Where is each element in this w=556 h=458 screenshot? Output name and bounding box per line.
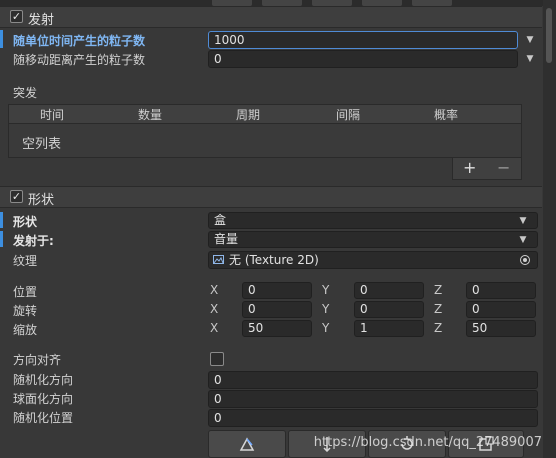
emit-from-value: 音量 <box>214 232 239 246</box>
bursts-table-body <box>8 124 522 158</box>
spherize-direction-label: 球面化方向 <box>13 392 74 406</box>
rotation-label: 旋转 <box>13 304 38 318</box>
emit-from-dropdown[interactable]: 音量 <box>208 231 538 248</box>
rate-over-distance-field[interactable]: 0 <box>208 50 518 68</box>
position-y-field[interactable]: 0 <box>354 282 424 299</box>
remove-burst-button[interactable]: − <box>497 158 510 178</box>
modified-indicator <box>0 231 3 247</box>
curve-dropdown-icon[interactable]: ▼ <box>525 35 535 45</box>
scale-label: 缩放 <box>13 323 38 337</box>
object-picker-icon[interactable] <box>520 255 530 265</box>
bursts-col-probability: 概率 <box>434 108 459 122</box>
bursts-empty-text: 空列表 <box>22 137 62 152</box>
rate-over-time-field[interactable]: 1000 <box>208 31 518 49</box>
chevron-down-icon: ▼ <box>519 235 527 245</box>
shape-dropdown[interactable]: 盒 <box>208 212 538 229</box>
watermark-text: https://blog.csdn.net/qq_27489007 <box>313 435 542 450</box>
bursts-col-interval: 间隔 <box>336 108 361 122</box>
position-label: 位置 <box>13 285 38 299</box>
modified-indicator <box>0 212 3 228</box>
add-burst-button[interactable]: + <box>463 158 476 178</box>
randomize-direction-field[interactable]: 0 <box>208 371 538 389</box>
texture-field[interactable]: 无 (Texture 2D) <box>208 251 538 269</box>
bursts-col-cycles: 周期 <box>236 108 261 122</box>
bursts-col-time: 时间 <box>40 108 65 122</box>
spherize-direction-field[interactable]: 0 <box>208 390 538 408</box>
scale-x-field[interactable]: 50 <box>242 320 312 337</box>
align-to-direction-checkbox[interactable] <box>210 352 224 366</box>
edit-shape-icon <box>239 437 255 451</box>
rate-over-time-label: 随单位时间产生的粒子数 <box>13 34 146 48</box>
emit-from-label: 发射于: <box>13 234 54 248</box>
position-z-label: Z <box>434 283 443 297</box>
modified-indicator <box>0 30 3 48</box>
rotation-x-field[interactable]: 0 <box>242 301 312 318</box>
rotation-y-label: Y <box>322 302 330 316</box>
curve-dropdown-icon[interactable]: ▼ <box>525 54 535 64</box>
edit-shape-button[interactable] <box>208 430 286 458</box>
position-x-label: X <box>210 283 219 297</box>
bursts-col-count: 数量 <box>138 108 163 122</box>
position-z-field[interactable]: 0 <box>466 282 536 299</box>
shape-label: 形状 <box>13 215 38 229</box>
rate-over-distance-label: 随移动距离产生的粒子数 <box>13 53 146 67</box>
bursts-label: 突发 <box>13 86 38 100</box>
texture-value: 无 (Texture 2D) <box>229 253 319 267</box>
scale-y-label: Y <box>322 321 330 335</box>
shape-value: 盒 <box>214 213 227 227</box>
texture-label: 纹理 <box>13 254 38 268</box>
rotation-z-field[interactable]: 0 <box>466 301 536 318</box>
scale-y-field[interactable]: 1 <box>354 320 424 337</box>
rotation-x-label: X <box>210 302 219 316</box>
scrollbar-thumb[interactable] <box>546 8 552 63</box>
scrollbar-track[interactable] <box>543 0 556 458</box>
rotation-y-field[interactable]: 0 <box>354 301 424 318</box>
emission-title: 发射 <box>28 13 55 28</box>
align-to-direction-label: 方向对齐 <box>13 353 62 367</box>
randomize-position-field[interactable]: 0 <box>208 409 538 427</box>
randomize-direction-label: 随机化方向 <box>13 373 74 387</box>
rotation-z-label: Z <box>434 302 443 316</box>
position-y-label: Y <box>322 283 330 297</box>
shape-title: 形状 <box>28 193 55 208</box>
randomize-position-label: 随机化位置 <box>13 411 74 425</box>
image-icon <box>213 255 224 264</box>
emission-enabled-checkbox[interactable]: ✓ <box>10 10 23 23</box>
chevron-down-icon: ▼ <box>519 216 527 226</box>
position-x-field[interactable]: 0 <box>242 282 312 299</box>
emission-section-header[interactable] <box>0 6 542 28</box>
scale-z-label: Z <box>434 321 443 335</box>
shape-enabled-checkbox[interactable]: ✓ <box>10 190 23 203</box>
scale-x-label: X <box>210 321 219 335</box>
shape-section-header[interactable] <box>0 186 542 208</box>
scale-z-field[interactable]: 50 <box>466 320 536 337</box>
